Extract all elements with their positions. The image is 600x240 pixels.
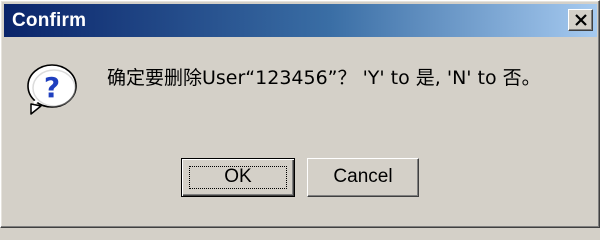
window-title: Confirm [12,10,87,31]
ok-label: OK [224,166,252,187]
title-bar[interactable]: Confirm [4,4,597,37]
cancel-label: Cancel [333,166,393,187]
svg-text:?: ? [44,71,60,104]
ok-button[interactable]: OK [181,158,295,197]
close-button[interactable] [568,9,593,31]
question-icon: ? [25,60,79,116]
close-icon [575,14,587,26]
confirm-dialog: Confirm ? 确定要删除User“123456”？ 'Y' to 是, '… [0,0,600,228]
cancel-button[interactable]: Cancel [307,158,419,197]
confirm-message: 确定要删除User“123456”？ 'Y' to 是, 'N' to 否。 [107,67,541,89]
